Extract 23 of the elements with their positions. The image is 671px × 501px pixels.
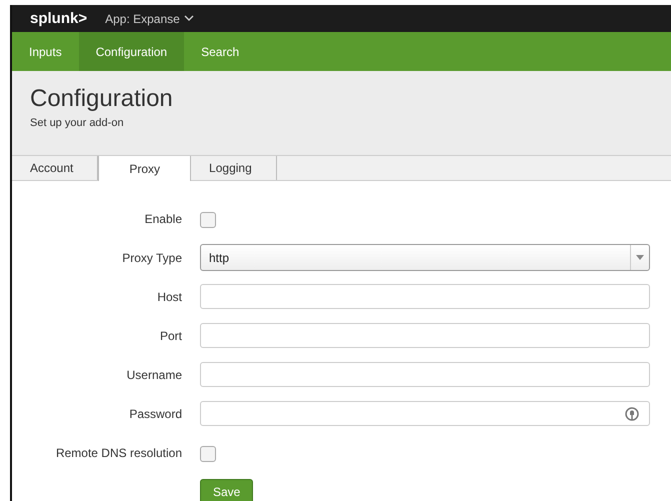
password-field[interactable]	[200, 401, 650, 426]
input-field[interactable]	[200, 323, 650, 348]
field-label: Host	[156, 290, 183, 304]
chevron-icon	[184, 15, 194, 22]
field-label: Remote DNS resolution	[54, 446, 183, 460]
page-title: Configuration	[30, 85, 174, 113]
app-menu[interactable]: App: Expanse	[105, 12, 194, 26]
checkbox[interactable]	[200, 446, 216, 462]
field-label: Enable	[144, 212, 183, 226]
field-label: Proxy Type	[121, 250, 183, 264]
tab[interactable]: Proxy	[98, 156, 192, 181]
logo: splunk>	[30, 10, 88, 27]
select-field[interactable]: http	[200, 244, 650, 271]
key-icon	[625, 406, 639, 422]
page-subtitle: Set up your add-on	[30, 117, 125, 129]
field-label: Username	[126, 368, 183, 382]
input-field[interactable]	[200, 284, 650, 309]
field-label: Password	[128, 406, 183, 420]
checkbox[interactable]	[200, 212, 216, 228]
field-label: Port	[158, 328, 183, 342]
nav-tab[interactable]: Configuration	[78, 32, 184, 71]
dropdown-icon	[636, 255, 644, 260]
input-field[interactable]	[200, 362, 650, 387]
